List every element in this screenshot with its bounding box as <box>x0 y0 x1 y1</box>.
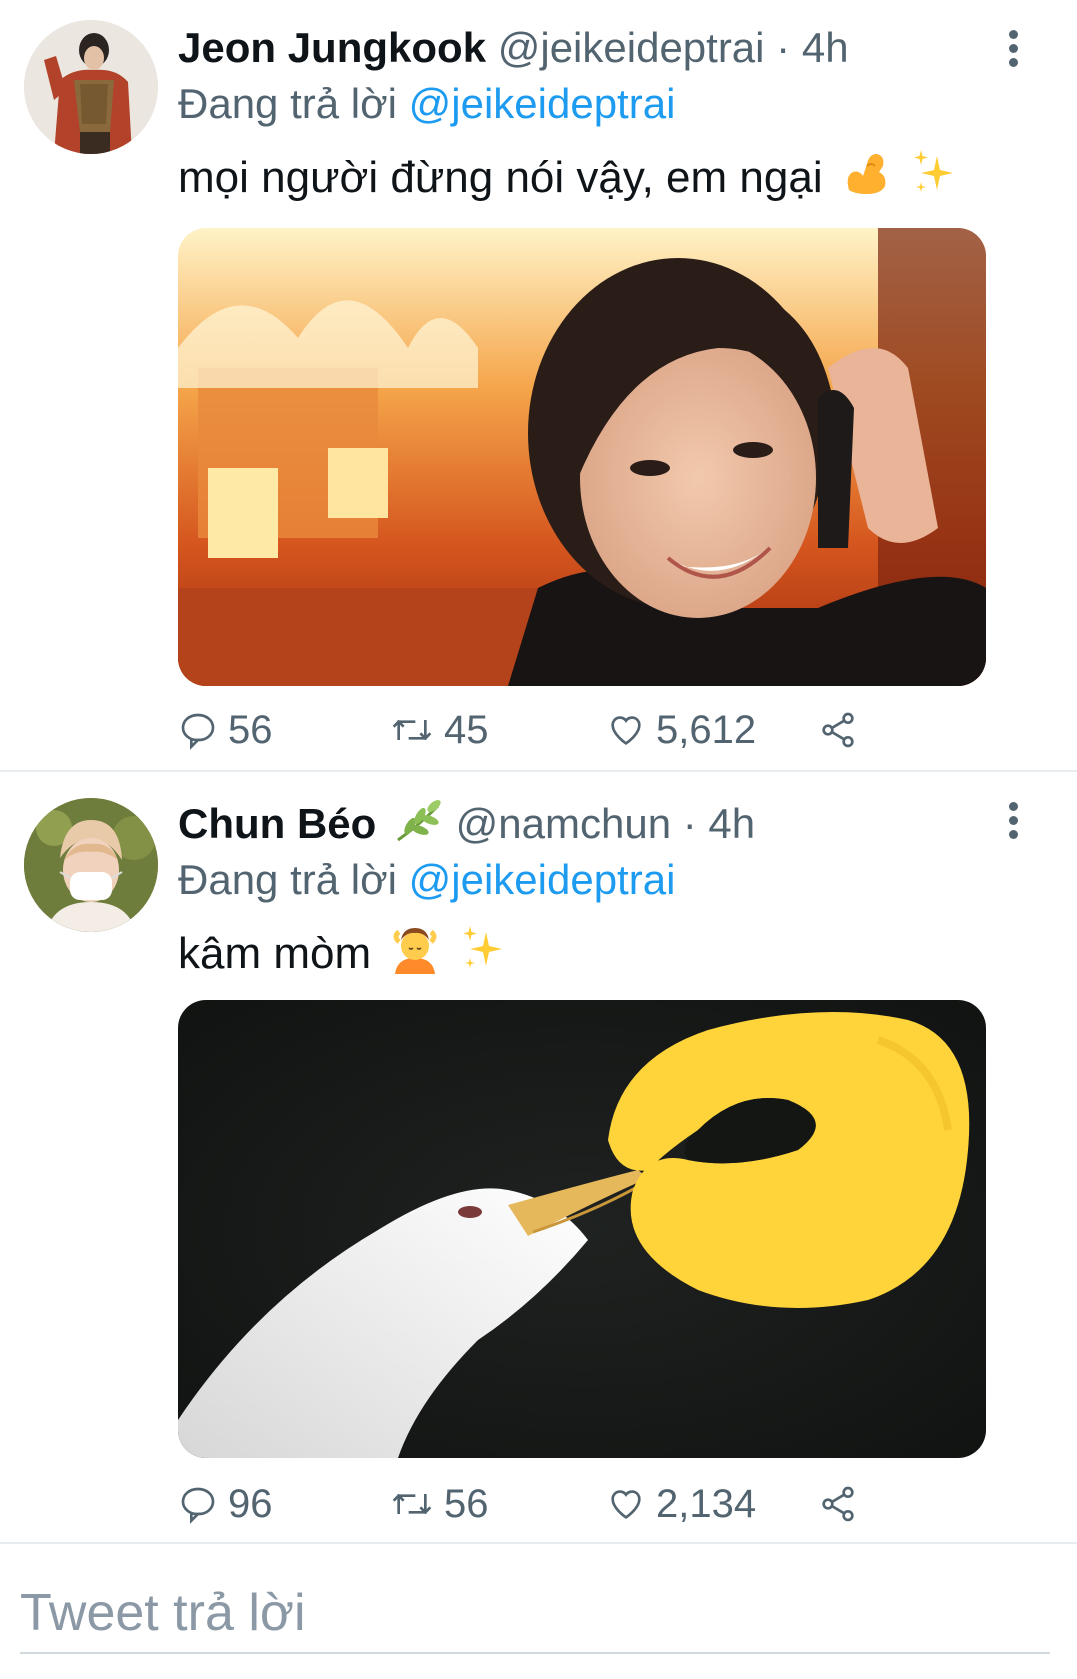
replying-prefix: Đang trả lời <box>178 856 397 903</box>
like-count: 2,134 <box>656 1481 757 1526</box>
author-handle[interactable]: @namchun <box>456 800 671 847</box>
replying-mention-link[interactable]: @jeikeideptrai <box>409 80 676 127</box>
person-massage-emoji <box>389 922 441 987</box>
retweet-icon <box>392 1493 432 1515</box>
share-button[interactable] <box>818 704 868 756</box>
more-options-icon[interactable] <box>1007 30 1019 70</box>
like-button[interactable]: 2,134 <box>606 1478 756 1530</box>
tweet-text: kâm mòm <box>178 922 506 987</box>
replying-to: Đang trả lời @jeikeideptrai <box>178 78 675 130</box>
flexed-biceps-emoji <box>841 146 893 211</box>
separator-dot: · <box>776 24 791 71</box>
tweet-text: mọi người đừng nói vậy, em ngại <box>178 146 957 211</box>
tweet-header: Chun Béo @namchun · 4h <box>178 798 755 856</box>
avatar[interactable] <box>24 20 158 154</box>
reply-count: 96 <box>228 1481 273 1526</box>
author-name[interactable]: Jeon Jungkook <box>178 24 486 71</box>
like-button[interactable]: 5,612 <box>606 704 756 756</box>
retweet-count: 45 <box>444 707 489 752</box>
replying-mention-link[interactable]: @jeikeideptrai <box>409 856 676 903</box>
tweet-actions: 56 45 5,612 <box>178 704 878 756</box>
avatar-image <box>24 20 158 154</box>
retweet-icon <box>392 719 432 741</box>
tweet-media-image[interactable] <box>178 1000 986 1458</box>
more-options-icon[interactable] <box>1007 802 1019 842</box>
author-name[interactable]: Chun Béo <box>178 800 376 847</box>
meme-photo <box>178 228 986 686</box>
avatar-image <box>24 798 158 932</box>
retweet-button[interactable]: 56 <box>390 1478 489 1530</box>
heart-icon <box>611 1490 641 1519</box>
reply-icon <box>181 1487 215 1524</box>
reply-count: 56 <box>228 707 273 752</box>
sparkles-emoji <box>460 924 506 987</box>
timestamp[interactable]: 4h <box>708 800 755 847</box>
reply-button[interactable]: 96 <box>178 1478 273 1530</box>
meme-photo <box>178 1000 986 1458</box>
tweet-2[interactable]: Chun Béo @namchun · 4h Đang trả lời @jei… <box>0 772 1077 1544</box>
author-handle[interactable]: @jeikeideptrai <box>498 24 765 71</box>
share-icon <box>822 712 854 748</box>
avatar[interactable] <box>24 798 158 932</box>
tweet-header: Jeon Jungkook @jeikeideptrai · 4h <box>178 22 849 74</box>
share-button[interactable] <box>818 1478 868 1530</box>
tweet-media-image[interactable] <box>178 228 986 686</box>
reply-input[interactable] <box>20 1574 1050 1654</box>
timestamp[interactable]: 4h <box>802 24 849 71</box>
retweet-button[interactable]: 45 <box>390 704 489 756</box>
sparkles-emoji <box>911 148 957 211</box>
leaf-icon <box>394 800 444 856</box>
reply-button[interactable]: 56 <box>178 704 273 756</box>
tweet-1[interactable]: Jeon Jungkook @jeikeideptrai · 4h Đang t… <box>0 0 1077 772</box>
reply-icon <box>181 713 215 750</box>
replying-prefix: Đang trả lời <box>178 80 397 127</box>
reply-compose-bar <box>0 1544 1077 1679</box>
tweet-text-content: kâm mòm <box>178 929 372 978</box>
like-count: 5,612 <box>656 707 757 752</box>
tweet-text-content: mọi người đừng nói vậy, em ngại <box>178 153 823 202</box>
separator-dot: · <box>682 800 697 847</box>
share-icon <box>822 1486 854 1522</box>
tweet-actions: 96 56 2,134 <box>178 1478 878 1530</box>
retweet-count: 56 <box>444 1481 489 1526</box>
replying-to: Đang trả lời @jeikeideptrai <box>178 854 675 906</box>
heart-icon <box>611 716 641 745</box>
